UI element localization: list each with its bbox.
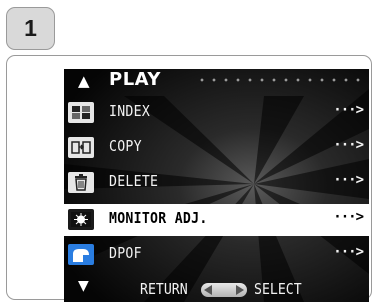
menu-item-monitor-adj[interactable]: MONITOR ADJ. ···> bbox=[64, 204, 369, 236]
submenu-arrow-icon: ···> bbox=[333, 137, 364, 153]
right-arrow-icon bbox=[236, 285, 244, 295]
select-label: SELECT bbox=[254, 280, 302, 298]
menu-item-index[interactable]: INDEX ···> bbox=[64, 97, 369, 129]
step-number: 1 bbox=[24, 15, 37, 41]
menu-item-label: COPY bbox=[109, 137, 142, 155]
left-arrow-icon bbox=[204, 285, 212, 295]
menu-item-label: DELETE bbox=[109, 172, 159, 190]
menu-item-label: MONITOR ADJ. bbox=[109, 209, 208, 227]
submenu-arrow-icon: ···> bbox=[333, 209, 364, 225]
menu-item-copy[interactable]: COPY ···> bbox=[64, 132, 369, 164]
menu-item-label: DPOF bbox=[109, 244, 142, 262]
camera-lcd-screen: ▲ PLAY INDEX ···> COPY ···> DELETE ···> … bbox=[64, 69, 369, 302]
left-right-button-icon bbox=[201, 283, 247, 297]
header-dotted-line bbox=[196, 78, 364, 82]
menu-header: ▲ PLAY bbox=[64, 69, 369, 96]
scroll-up-icon[interactable]: ▲ bbox=[78, 72, 90, 90]
monitor-adjust-icon bbox=[68, 209, 94, 230]
submenu-arrow-icon: ···> bbox=[333, 244, 364, 260]
return-label: RETURN bbox=[140, 280, 188, 298]
menu-item-delete[interactable]: DELETE ···> bbox=[64, 167, 369, 199]
menu-footer: ▼ RETURN SELECT bbox=[64, 277, 369, 302]
index-grid-icon bbox=[68, 102, 94, 123]
submenu-arrow-icon: ···> bbox=[333, 102, 364, 118]
submenu-arrow-icon: ···> bbox=[333, 172, 364, 188]
trash-icon bbox=[68, 172, 94, 193]
copy-icon bbox=[68, 137, 94, 158]
scroll-down-icon[interactable]: ▼ bbox=[78, 278, 89, 294]
menu-title: PLAY bbox=[109, 69, 161, 90]
print-order-icon bbox=[68, 244, 94, 265]
menu-item-label: INDEX bbox=[109, 102, 151, 120]
menu-item-dpof[interactable]: DPOF ···> bbox=[64, 239, 369, 271]
step-number-badge: 1 bbox=[6, 7, 55, 50]
